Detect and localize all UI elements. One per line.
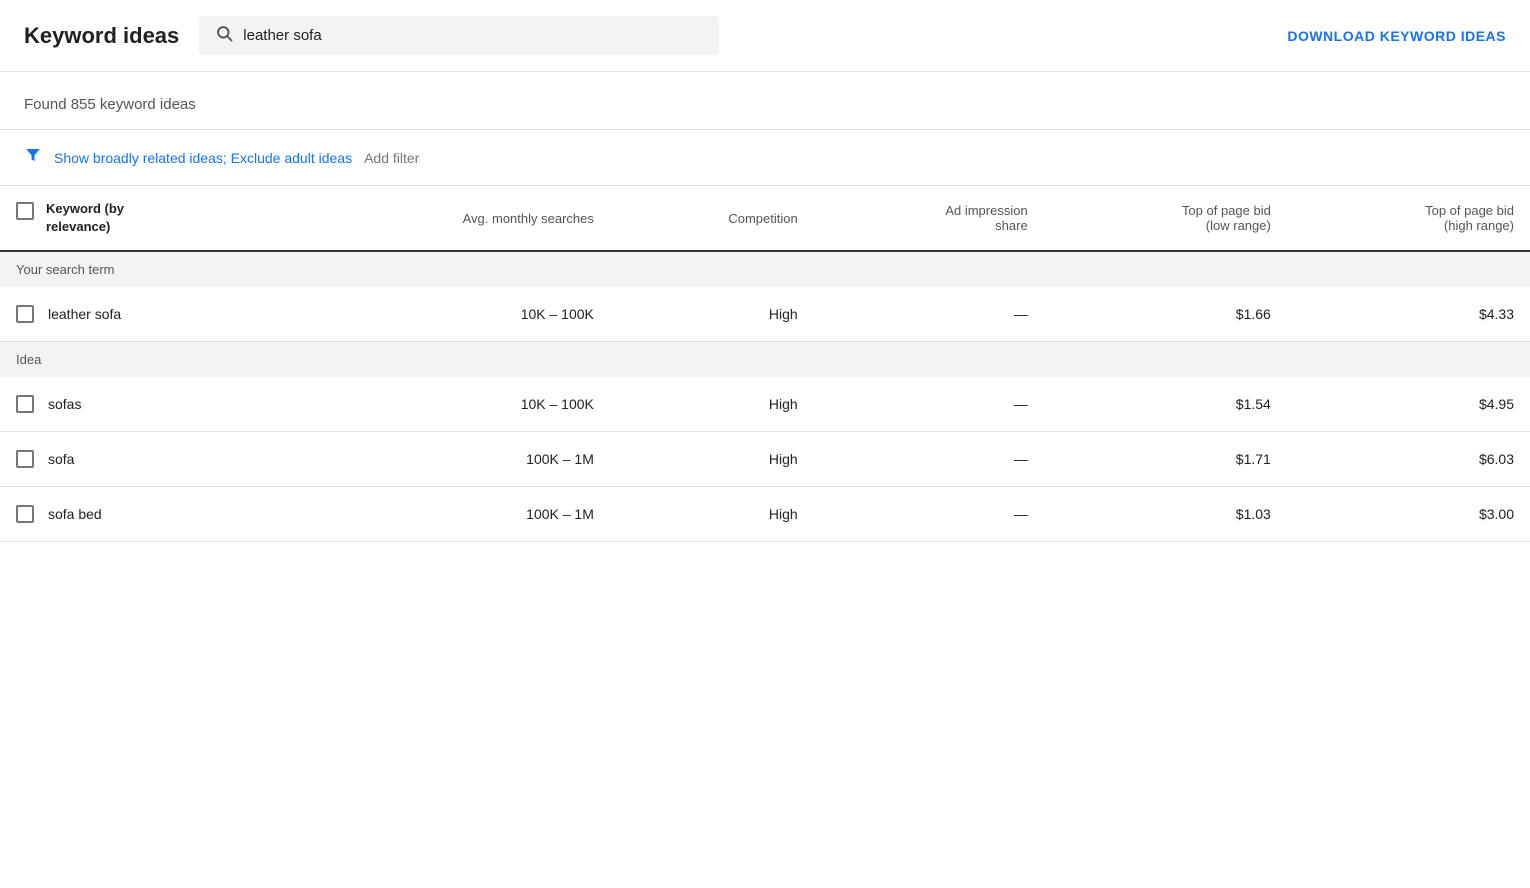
keyword-table: Keyword (byrelevance) Avg. monthly searc… [0, 186, 1530, 542]
cell-ad-impression: — [814, 487, 1044, 542]
cell-keyword: leather sofa [0, 287, 282, 342]
th-keyword: Keyword (byrelevance) [0, 186, 282, 251]
cell-competition: High [610, 487, 814, 542]
select-all-checkbox[interactable] [16, 202, 34, 220]
found-count: Found 855 keyword ideas [0, 72, 1530, 130]
row-checkbox[interactable] [16, 505, 34, 523]
th-bid-low: Top of page bid(low range) [1044, 186, 1287, 251]
header: Keyword ideas DOWNLOAD KEYWORD IDEAS [0, 0, 1530, 72]
cell-bid-high: $4.95 [1287, 377, 1530, 432]
cell-bid-low: $1.03 [1044, 487, 1287, 542]
section-label: Your search term [0, 251, 1530, 287]
keyword-table-wrapper: Keyword (byrelevance) Avg. monthly searc… [0, 186, 1530, 542]
filter-bar: Show broadly related ideas; Exclude adul… [0, 130, 1530, 186]
download-keyword-ideas-link[interactable]: DOWNLOAD KEYWORD IDEAS [1287, 28, 1506, 44]
th-ad-impression: Ad impressionshare [814, 186, 1044, 251]
cell-bid-high: $3.00 [1287, 487, 1530, 542]
row-checkbox[interactable] [16, 450, 34, 468]
cell-ad-impression: — [814, 432, 1044, 487]
search-input[interactable] [243, 27, 703, 44]
cell-bid-low: $1.66 [1044, 287, 1287, 342]
section-label: Idea [0, 342, 1530, 378]
cell-avg-monthly: 10K – 100K [282, 287, 610, 342]
cell-avg-monthly: 10K – 100K [282, 377, 610, 432]
row-checkbox[interactable] [16, 395, 34, 413]
keyword-text: sofa [48, 451, 74, 467]
cell-ad-impression: — [814, 377, 1044, 432]
cell-competition: High [610, 287, 814, 342]
th-bid-high: Top of page bid(high range) [1287, 186, 1530, 251]
table-row: leather sofa 10K – 100KHigh—$1.66$4.33 [0, 287, 1530, 342]
cell-bid-low: $1.71 [1044, 432, 1287, 487]
cell-bid-high: $6.03 [1287, 432, 1530, 487]
cell-avg-monthly: 100K – 1M [282, 487, 610, 542]
keyword-text: leather sofa [48, 306, 121, 322]
row-checkbox[interactable] [16, 305, 34, 323]
cell-keyword: sofas [0, 377, 282, 432]
cell-competition: High [610, 432, 814, 487]
th-keyword-label: Keyword (byrelevance) [46, 200, 124, 236]
add-filter-button[interactable]: Add filter [364, 150, 419, 166]
cell-avg-monthly: 100K – 1M [282, 432, 610, 487]
cell-keyword: sofa bed [0, 487, 282, 542]
table-row: sofas 10K – 100KHigh—$1.54$4.95 [0, 377, 1530, 432]
cell-competition: High [610, 377, 814, 432]
table-row: sofa bed 100K – 1MHigh—$1.03$3.00 [0, 487, 1530, 542]
search-box[interactable] [199, 16, 719, 55]
th-avg-monthly: Avg. monthly searches [282, 186, 610, 251]
page-title: Keyword ideas [24, 23, 179, 49]
table-body: Your search term leather sofa 10K – 100K… [0, 251, 1530, 542]
keyword-text: sofas [48, 396, 81, 412]
filter-icon [24, 146, 42, 169]
section-row: Idea [0, 342, 1530, 378]
table-row: sofa 100K – 1MHigh—$1.71$6.03 [0, 432, 1530, 487]
keyword-text: sofa bed [48, 506, 102, 522]
filter-links[interactable]: Show broadly related ideas; Exclude adul… [54, 150, 352, 166]
cell-keyword: sofa [0, 432, 282, 487]
cell-bid-high: $4.33 [1287, 287, 1530, 342]
cell-bid-low: $1.54 [1044, 377, 1287, 432]
search-icon [215, 24, 233, 47]
th-competition: Competition [610, 186, 814, 251]
table-header-row: Keyword (byrelevance) Avg. monthly searc… [0, 186, 1530, 251]
cell-ad-impression: — [814, 287, 1044, 342]
section-row: Your search term [0, 251, 1530, 287]
